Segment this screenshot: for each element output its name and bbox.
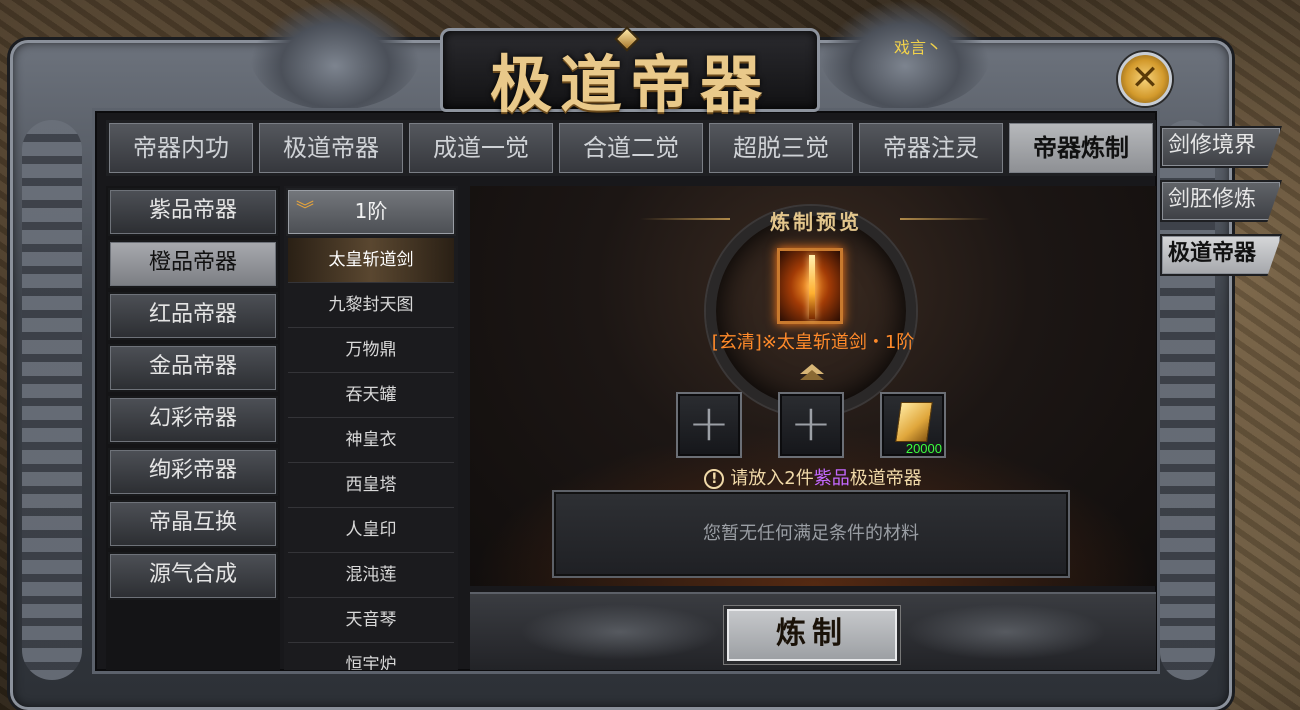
category-item[interactable]: 源气合成 (108, 552, 278, 600)
dragon-relief-right (906, 604, 1106, 660)
close-icon: ✕ (1130, 58, 1160, 98)
tier-label: 1阶 (354, 199, 388, 223)
token-quantity: 20000 (905, 441, 942, 456)
tab-jidao-diqi[interactable]: 极道帝器 (256, 120, 406, 176)
action-bar: 炼制 (470, 592, 1156, 670)
list-item[interactable]: 天音琴 (288, 598, 454, 643)
hint-grade: 紫品 (813, 468, 850, 489)
tab-refine[interactable]: 帝器炼制 (1006, 120, 1156, 176)
hint-prefix: 请放入2件 (730, 468, 814, 489)
list-item[interactable]: 西皇塔 (288, 463, 454, 508)
category-item[interactable]: 红品帝器 (108, 292, 278, 340)
category-list: 紫品帝器 橙品帝器 红品帝器 金品帝器 幻彩帝器 绚彩帝器 帝晶互换 源气合成 (106, 186, 280, 670)
tab-infuse-spirit[interactable]: 帝器注灵 (856, 120, 1006, 176)
material-hint: ! 请放入2件紫品极道帝器 (470, 464, 1156, 490)
refine-preview-panel: 炼制预览 [玄清]※太皇斩道剑・1阶 + + 20000 ! 请放入2件紫品极道帝… (470, 186, 1156, 586)
server-note: 戏言丶 (894, 40, 943, 57)
refine-button[interactable]: 炼制 (724, 606, 900, 664)
list-item[interactable]: 恒宇炉 (288, 643, 454, 670)
list-item[interactable]: 九黎封天图 (288, 283, 454, 328)
list-item[interactable]: 吞天罐 (288, 373, 454, 418)
category-item[interactable]: 橙品帝器 (108, 240, 278, 288)
token-icon (895, 402, 933, 442)
dragon-relief-left (520, 604, 720, 660)
close-button[interactable]: ✕ (1118, 52, 1172, 106)
result-item-slot[interactable] (777, 248, 843, 324)
material-slot-2[interactable]: + (778, 392, 844, 458)
category-item[interactable]: 帝晶互换 (108, 500, 278, 548)
tab-neigong[interactable]: 帝器内功 (106, 120, 256, 176)
list-item[interactable]: 人皇印 (288, 508, 454, 553)
arrow-up-icon (800, 370, 824, 380)
material-list-empty: 您暂无任何满足条件的材料 (552, 490, 1070, 578)
warning-icon: ! (704, 469, 725, 489)
list-item[interactable]: 神皇衣 (288, 418, 454, 463)
tab-awakening-1[interactable]: 成道一觉 (406, 120, 556, 176)
tier-header[interactable]: ︾ 1阶 (286, 188, 456, 236)
frame-ornament-left (22, 120, 82, 680)
tab-awakening-2[interactable]: 合道二觉 (556, 120, 706, 176)
category-item[interactable]: 幻彩帝器 (108, 396, 278, 444)
category-item[interactable]: 绚彩帝器 (108, 448, 278, 496)
category-item[interactable]: 金品帝器 (108, 344, 278, 392)
side-tab-sword-embryo[interactable]: 剑胚修炼 (1160, 180, 1282, 222)
side-tab-jidao-diqi[interactable]: 极道帝器 (1160, 234, 1282, 276)
chevron-down-icon: ︾ (296, 200, 314, 221)
list-item[interactable]: 太皇斩道剑 (288, 238, 454, 283)
preview-title: 炼制预览 (770, 210, 862, 234)
sword-icon (809, 255, 815, 319)
result-item-name: [玄清]※太皇斩道剑・1阶 (711, 332, 915, 353)
title-divider-right (900, 218, 990, 220)
category-item[interactable]: 紫品帝器 (108, 188, 278, 236)
window-title: 极道帝器 (489, 48, 770, 121)
side-tab-bar: 剑修境界 剑胚修炼 极道帝器 (1160, 126, 1282, 288)
list-item[interactable]: 万物鼎 (288, 328, 454, 373)
hint-suffix: 极道帝器 (849, 468, 922, 489)
item-list: ︾ 1阶 太皇斩道剑 九黎封天图 万物鼎 吞天罐 神皇衣 西皇塔 人皇印 混沌莲… (284, 186, 458, 670)
list-item[interactable]: 混沌莲 (288, 553, 454, 598)
side-tab-sword-realm[interactable]: 剑修境界 (1160, 126, 1282, 168)
cost-token-slot[interactable]: 20000 (880, 392, 946, 458)
material-slot-1[interactable]: + (676, 392, 742, 458)
title-divider-left (640, 218, 730, 220)
top-tab-bar: 帝器内功 极道帝器 成道一觉 合道二觉 超脱三觉 帝器注灵 帝器炼制 (106, 120, 1156, 176)
dragon-ornament-left (250, 0, 420, 110)
tab-awakening-3[interactable]: 超脱三觉 (706, 120, 856, 176)
